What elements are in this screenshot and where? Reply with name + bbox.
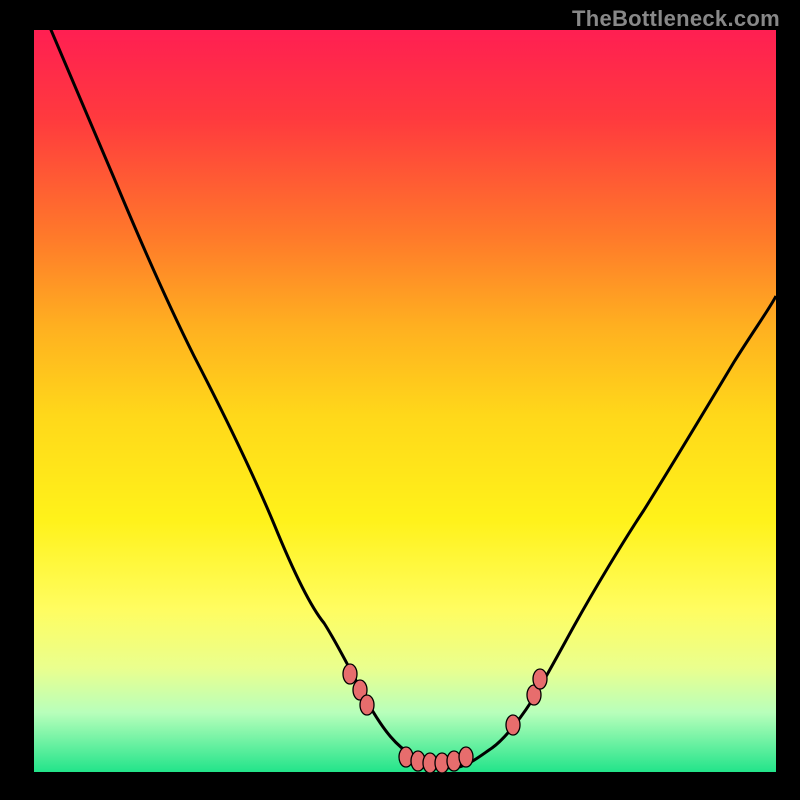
- app-frame: TheBottleneck.com: [0, 0, 800, 800]
- watermark-text: TheBottleneck.com: [572, 6, 780, 32]
- plot-gradient: [34, 30, 776, 772]
